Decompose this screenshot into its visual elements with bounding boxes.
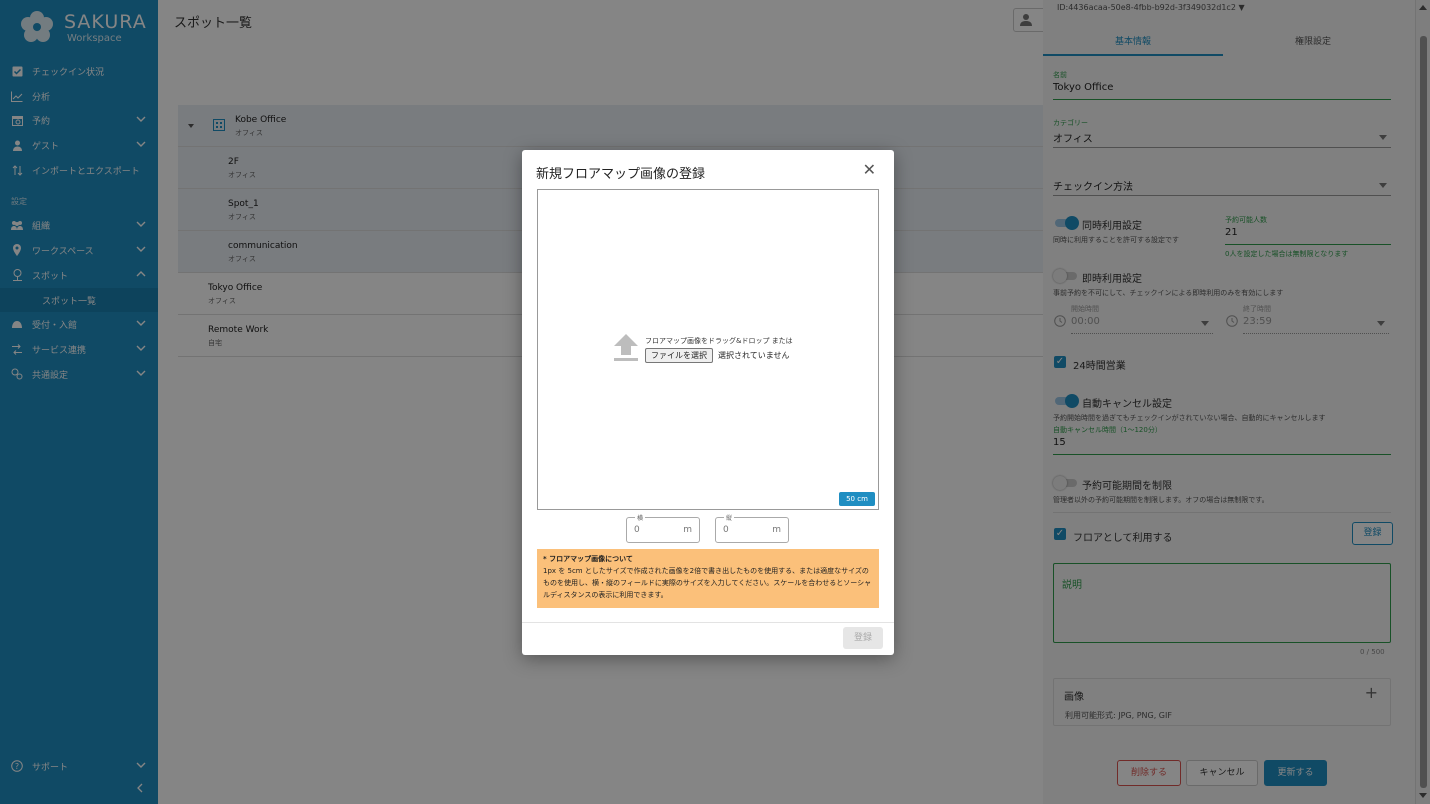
width-input[interactable]: 横 0 m [626,513,700,543]
note-body: 1px を 5cm としたサイズで作成された画像を2倍で書き出したものを使用する… [543,567,872,599]
scale-badge: 50 cm [839,492,875,506]
upload-icon [614,334,638,361]
height-input[interactable]: 縦 0 m [715,513,789,543]
width-unit: m [683,525,692,535]
floormap-note: * フロアマップ画像について 1px を 5cm としたサイズで作成された画像を… [537,549,879,608]
close-icon[interactable]: ✕ [863,160,876,179]
no-file-selected: 選択されていません [718,351,790,360]
width-value[interactable]: 0 [634,525,640,535]
register-button[interactable]: 登録 [843,627,883,649]
width-label: 横 [635,513,646,522]
dialog-title: 新規フロアマップ画像の登録 [536,167,706,182]
height-label: 縦 [724,513,735,522]
image-dropzone[interactable]: フロアマップ画像をドラッグ&ドロップ または ファイルを選択 選択されていません… [537,189,879,510]
dialog-divider [522,622,894,623]
note-title: * フロアマップ画像について [543,555,633,563]
choose-file-button[interactable]: ファイルを選択 [645,348,713,363]
height-unit: m [772,525,781,535]
height-value[interactable]: 0 [723,525,729,535]
drop-instruction: フロアマップ画像をドラッグ&ドロップ または [645,337,793,345]
floormap-upload-dialog: 新規フロアマップ画像の登録 ✕ フロアマップ画像をドラッグ&ドロップ または フ… [522,150,894,655]
